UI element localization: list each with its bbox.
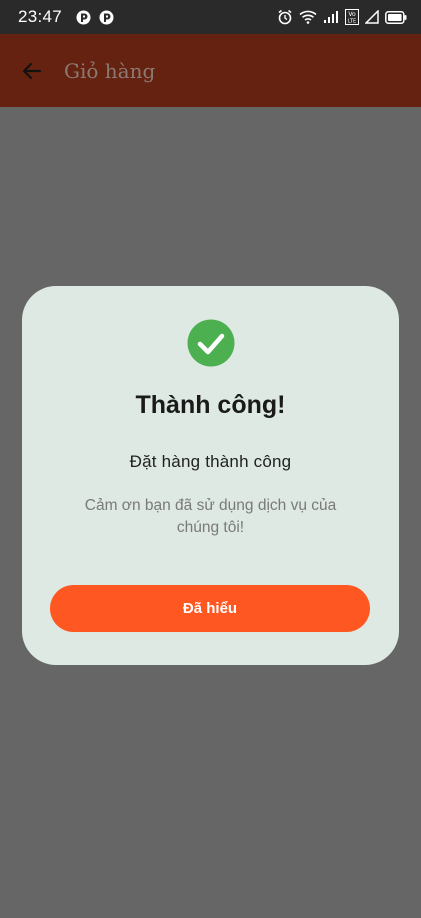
- status-right: Vo LTE: [277, 9, 407, 25]
- back-button[interactable]: [18, 57, 46, 85]
- arrow-left-icon: [22, 62, 42, 79]
- app-bar: Giỏ hàng: [0, 34, 421, 107]
- confirm-button[interactable]: Đã hiểu: [50, 585, 370, 632]
- page-title: Giỏ hàng: [64, 58, 156, 83]
- status-time: 23:47: [18, 7, 63, 26]
- check-circle-icon: [187, 319, 234, 367]
- volte-icon: Vo LTE: [345, 9, 359, 25]
- dialog-sub-message: Cảm ơn bạn đã sử dụng dịch vụ của chúng …: [84, 497, 337, 536]
- dialog-message: Đặt hàng thành công: [129, 452, 292, 471]
- status-bar: 23:47 Vo LTE: [0, 0, 421, 34]
- dialog-title: Thành công!: [135, 391, 286, 419]
- cellular-signal-icon: [323, 10, 339, 24]
- signal-icon: [365, 10, 379, 24]
- wifi-icon: [299, 10, 317, 24]
- notification-app-icon: [76, 10, 91, 25]
- notification-app-icon: [99, 10, 114, 25]
- alarm-icon: [277, 9, 293, 25]
- screen: 23:47 Vo LTE Giỏ hàng Thành công! Đặt hà…: [0, 0, 421, 918]
- status-left: 23:47: [18, 7, 114, 27]
- battery-icon: [385, 10, 407, 24]
- volte-text-top: Vo: [348, 11, 356, 18]
- volte-text-bottom: LTE: [348, 19, 356, 25]
- success-dialog: Thành công! Đặt hàng thành công Cảm ơn b…: [22, 286, 399, 665]
